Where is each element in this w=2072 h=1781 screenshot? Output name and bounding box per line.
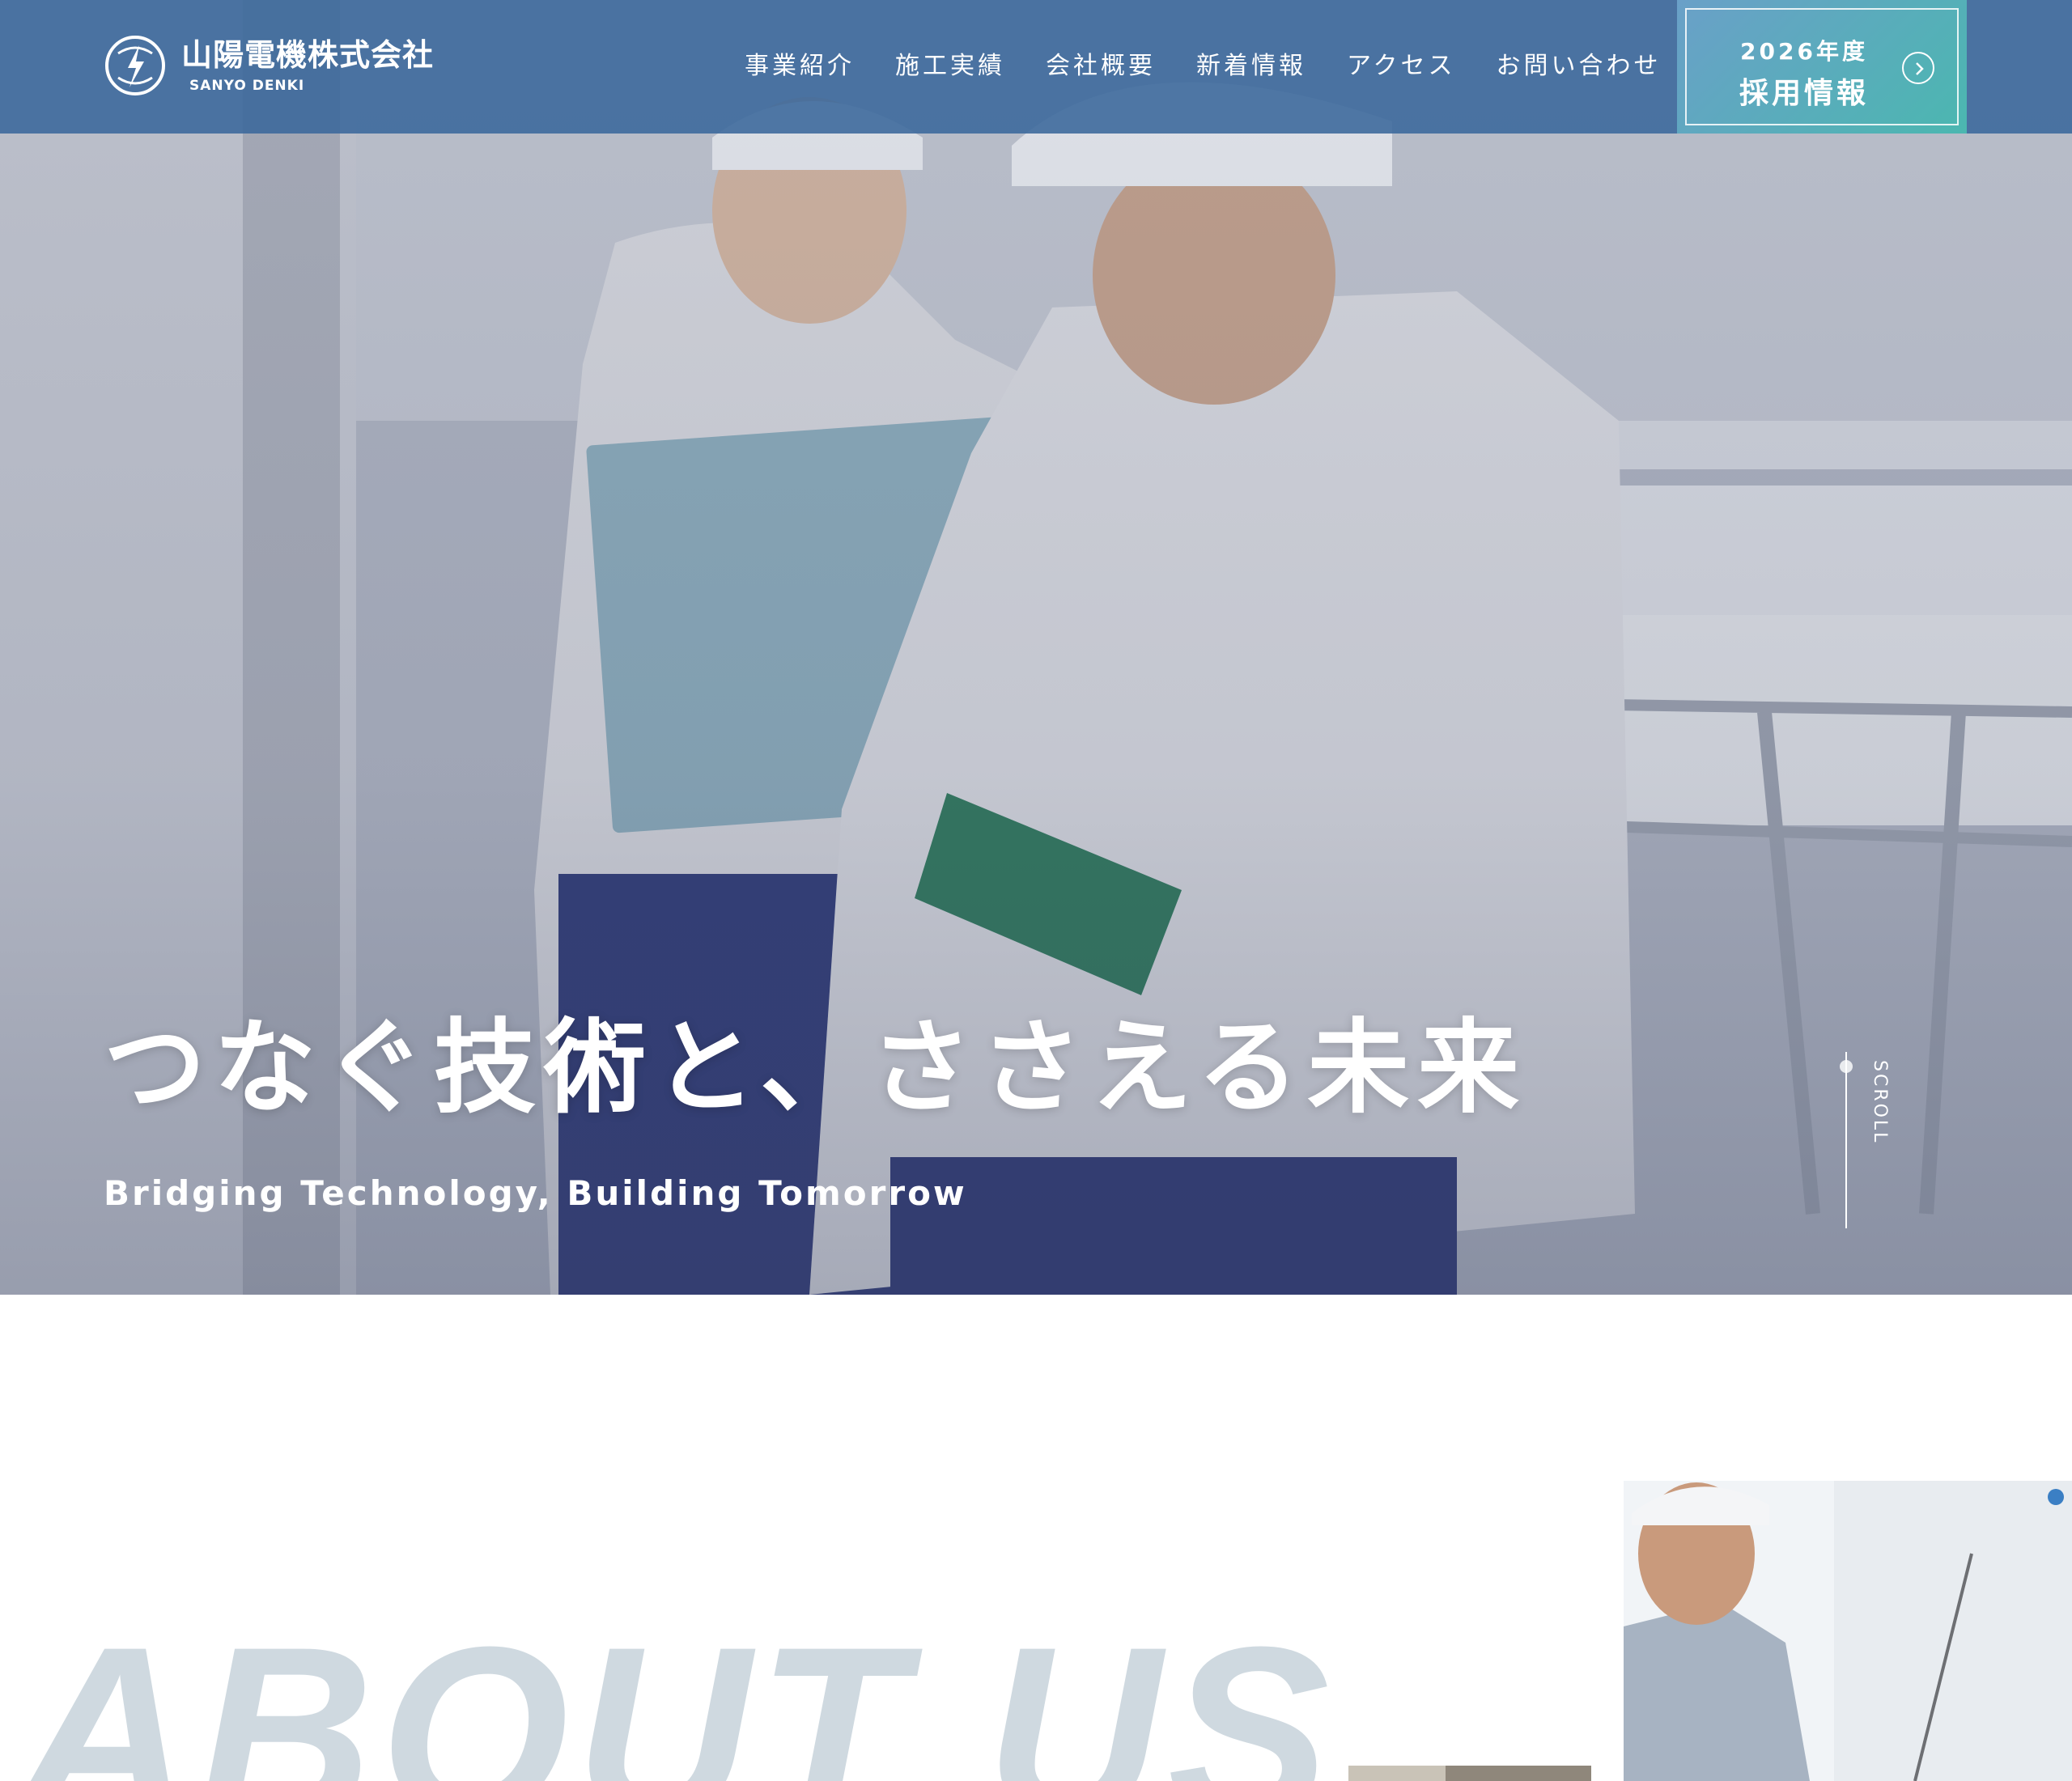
recruit-label: 採用情報: [1739, 77, 1869, 110]
hero-subtitle: Bridging Technology, Building Tomorrow: [104, 1173, 967, 1213]
nav-item-access[interactable]: アクセス: [1347, 49, 1456, 84]
nav-item-company[interactable]: 会社概要: [1046, 49, 1156, 84]
logo-text: 山陽電機株式会社 SANYO DENKI: [181, 37, 434, 94]
recruit-year: 2026年度: [1740, 38, 1868, 65]
scroll-line: [1845, 1052, 1847, 1228]
about-photo-worker: [1624, 1481, 2072, 1781]
about-photo-secondary: [1348, 1766, 1591, 1781]
scroll-dot: [1840, 1060, 1853, 1073]
nav-item-news[interactable]: 新着情報: [1196, 49, 1306, 84]
recruit-button-frame: 2026年度 採用情報: [1685, 8, 1959, 125]
scroll-indicator[interactable]: SCROLL: [1831, 1052, 1890, 1230]
about-heading-bg: ABOUT US: [16, 1596, 1336, 1781]
nav-item-contact[interactable]: お問い合わせ: [1497, 49, 1662, 84]
chevron-right-icon: [1902, 52, 1934, 84]
company-name-en: SANYO DENKI: [189, 78, 305, 94]
site-logo[interactable]: 山陽電機株式会社 SANYO DENKI: [104, 34, 434, 97]
company-name-jp: 山陽電機株式会社: [181, 37, 435, 73]
recruit-button[interactable]: 2026年度 採用情報: [1677, 0, 1967, 134]
scroll-label: SCROLL: [1870, 1060, 1890, 1145]
nav-item-business[interactable]: 事業紹介: [745, 49, 855, 84]
hero-title: つなぐ技術と、ささえる未来: [104, 1008, 1528, 1127]
lightning-logo-icon: [105, 36, 165, 95]
main-nav: 事業紹介 施工実績 会社概要 新着情報 アクセス お問い合わせ: [745, 49, 1702, 84]
site-header: 山陽電機株式会社 SANYO DENKI 事業紹介 施工実績 会社概要 新着情報…: [0, 0, 2072, 134]
nav-item-works[interactable]: 施工実績: [895, 49, 1005, 84]
hero-section: つなぐ技術と、ささえる未来 Bridging Technology, Build…: [0, 0, 2072, 1295]
